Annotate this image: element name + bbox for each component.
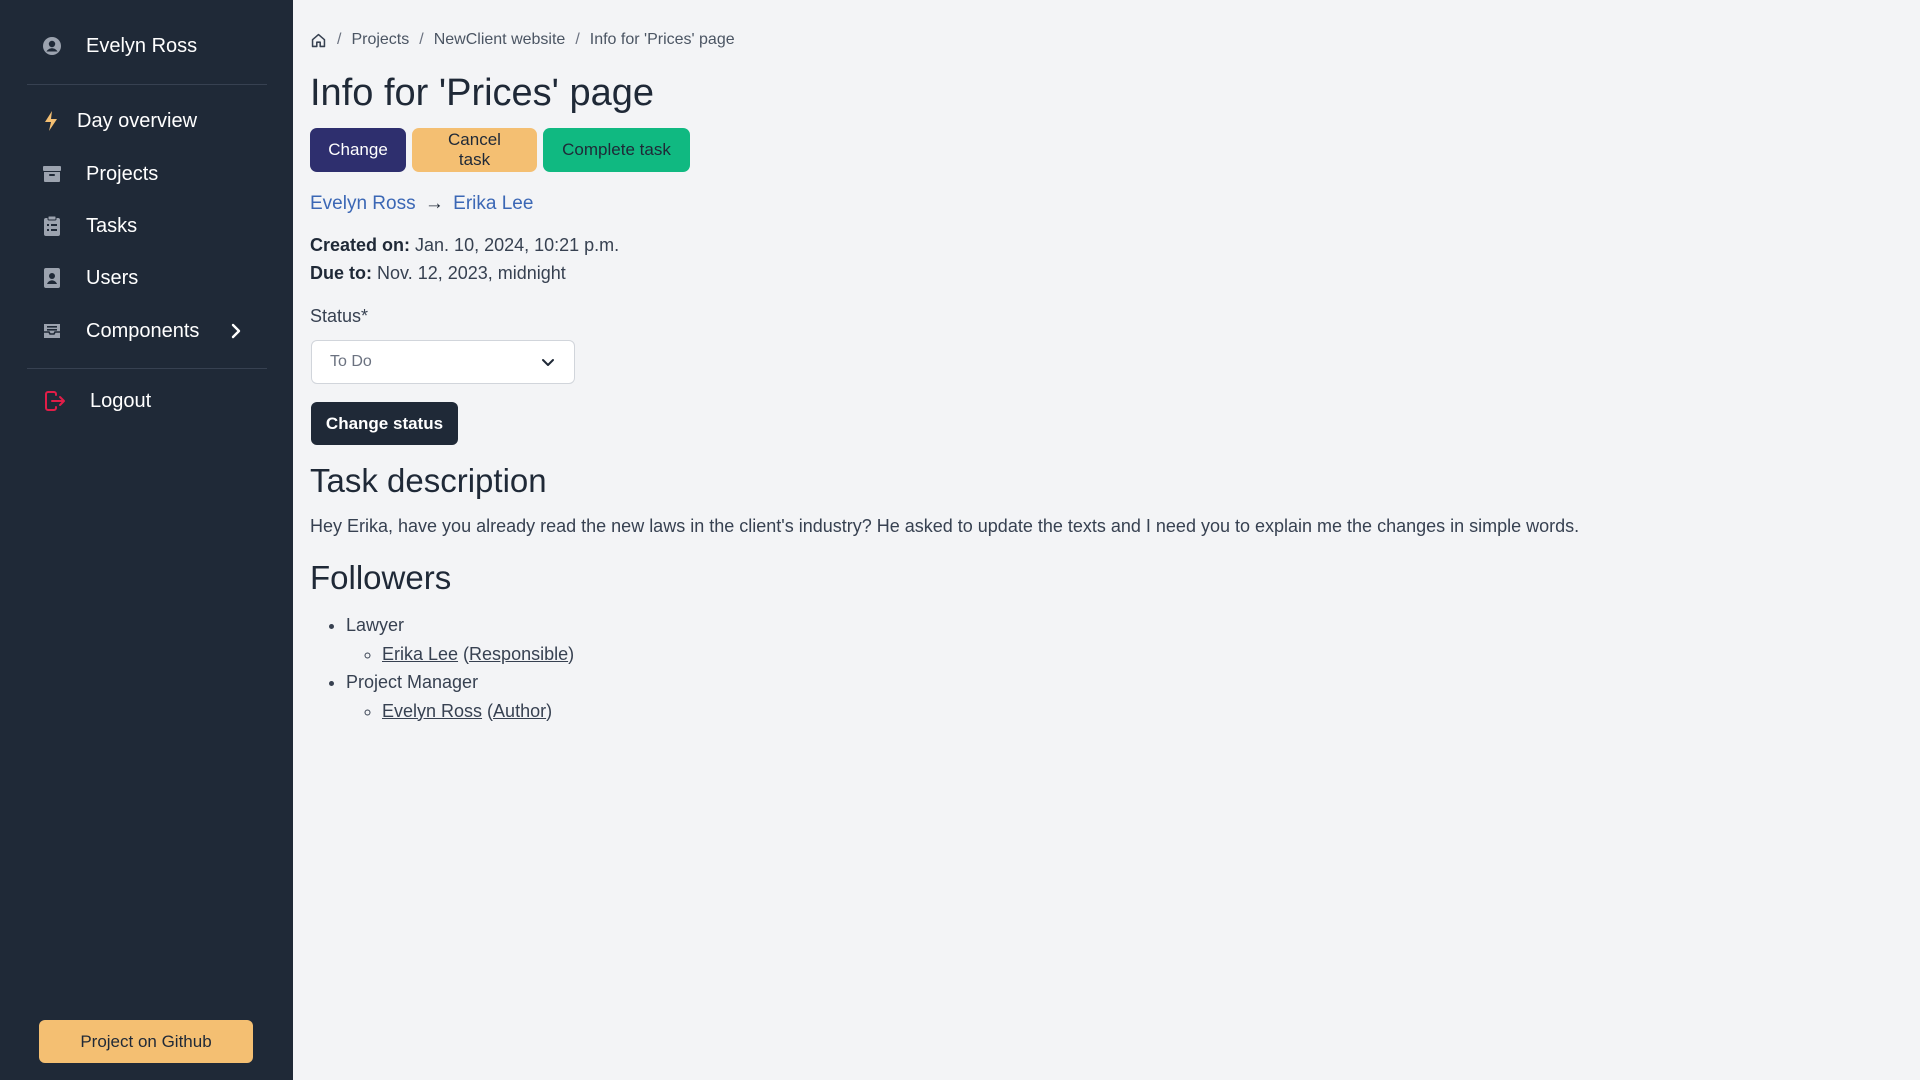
clipboard-icon <box>41 215 63 237</box>
breadcrumb-separator: / <box>337 31 342 48</box>
breadcrumb-current: Info for 'Prices' page <box>589 31 735 48</box>
sidebar-item-tasks[interactable]: Tasks <box>0 210 293 242</box>
change-button[interactable]: Change <box>310 128 406 172</box>
follower-name-link[interactable]: Evelyn Ross <box>382 701 482 721</box>
due-label: Due to: <box>310 263 372 283</box>
sidebar-user-name: Evelyn Ross <box>86 34 198 57</box>
sidebar-user[interactable]: Evelyn Ross <box>0 30 293 62</box>
chevron-right-icon <box>230 322 242 346</box>
sidebar-item-label: Components <box>86 319 200 342</box>
follower-name-link[interactable]: Erika Lee <box>382 644 458 664</box>
created-value: Jan. 10, 2024, 10:21 p.m. <box>415 235 620 255</box>
logout-button[interactable]: Logout <box>0 385 293 417</box>
breadcrumb-projects[interactable]: Projects <box>351 31 409 49</box>
breadcrumb-separator: / <box>419 31 424 48</box>
sidebar-item-label: Day overview <box>77 109 198 132</box>
follower-item: Erika Lee (Responsible) <box>382 640 574 669</box>
created-label: Created on: <box>310 235 411 255</box>
status-label: Status* <box>310 306 369 326</box>
task-actions: Change Cancel task Complete task <box>310 128 690 172</box>
follower-item: Evelyn Ross (Author) <box>382 697 574 726</box>
follower-tag-link[interactable]: Author <box>493 701 546 721</box>
archive-icon <box>41 163 63 185</box>
status-select[interactable]: To Do <box>311 340 575 384</box>
chevron-down-icon <box>540 354 556 375</box>
user-circle-icon <box>41 35 63 57</box>
logout-icon <box>44 390 66 412</box>
sidebar-item-label: Users <box>86 266 139 289</box>
followers-list: Lawyer Erika Lee (Responsible) Project M… <box>346 611 574 725</box>
contacts-icon <box>41 267 63 289</box>
arrow-right-icon: → <box>424 193 444 214</box>
follower-group: Lawyer Erika Lee (Responsible) <box>346 611 574 668</box>
follower-role: Lawyer <box>346 615 405 635</box>
author-link[interactable]: Evelyn Ross <box>310 193 416 214</box>
github-button[interactable]: Project on Github <box>39 1020 253 1063</box>
logout-label: Logout <box>90 389 152 412</box>
breadcrumb-separator: / <box>575 31 580 48</box>
assignee-link[interactable]: Erika Lee <box>453 193 533 214</box>
created-on: Created on: Jan. 10, 2024, 10:21 p.m. <box>310 235 619 256</box>
main-content: / Projects / NewClient website / Info fo… <box>310 0 1890 1080</box>
followers-heading: Followers <box>310 559 452 596</box>
sidebar: Evelyn Ross Day overview Projects Tasks … <box>0 0 293 1080</box>
sidebar-item-day-overview[interactable]: Day overview <box>0 105 293 137</box>
follower-group: Project Manager Evelyn Ross (Author) <box>346 668 574 725</box>
task-description-heading: Task description <box>310 462 547 499</box>
follower-tag-link[interactable]: Responsible <box>469 644 568 664</box>
sidebar-item-components[interactable]: Components <box>0 315 293 347</box>
change-status-button[interactable]: Change status <box>311 402 458 445</box>
complete-task-button[interactable]: Complete task <box>543 128 690 172</box>
sidebar-divider <box>27 368 267 369</box>
inbox-icon <box>41 320 63 342</box>
bolt-icon <box>40 110 62 132</box>
sidebar-item-projects[interactable]: Projects <box>0 158 293 190</box>
cancel-task-button[interactable]: Cancel task <box>412 128 537 172</box>
assignment: Evelyn Ross → Erika Lee <box>310 193 533 215</box>
sidebar-item-label: Projects <box>86 162 159 185</box>
status-selected-value: To Do <box>330 353 372 370</box>
task-description-text: Hey Erika, have you already read the new… <box>310 516 1580 536</box>
follower-role: Project Manager <box>346 672 479 692</box>
sidebar-divider <box>27 84 267 85</box>
sidebar-item-label: Tasks <box>86 214 138 237</box>
page-title: Info for 'Prices' page <box>310 72 655 114</box>
sidebar-item-users[interactable]: Users <box>0 262 293 294</box>
breadcrumb-project[interactable]: NewClient website <box>434 31 566 49</box>
due-value: Nov. 12, 2023, midnight <box>377 263 566 283</box>
breadcrumb: / Projects / NewClient website / Info fo… <box>310 31 735 49</box>
due-to: Due to: Nov. 12, 2023, midnight <box>310 263 566 284</box>
home-icon[interactable] <box>310 32 327 49</box>
